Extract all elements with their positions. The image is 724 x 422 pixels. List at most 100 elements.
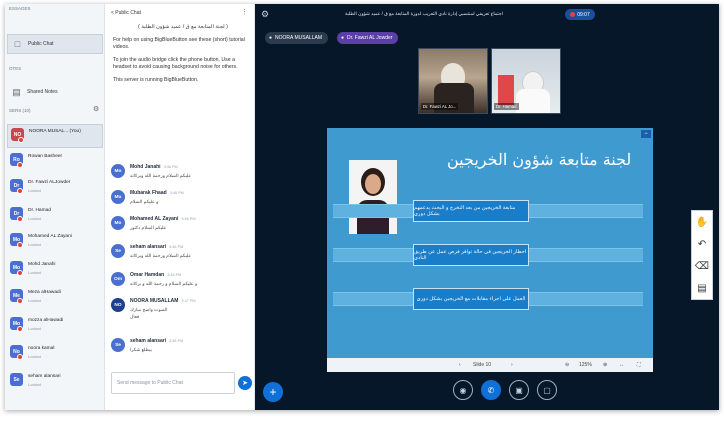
- meeting-title: اجتماع تعريفي لمنتسبي إدارة نادي التعريب…: [345, 11, 503, 16]
- chat-message-input[interactable]: Send message to Public Chat: [111, 372, 235, 394]
- status-dot-icon: [17, 298, 23, 304]
- send-icon: ➤: [242, 380, 248, 387]
- screenshare-button[interactable]: ▢: [537, 380, 557, 400]
- actions-plus-button[interactable]: +: [263, 382, 283, 402]
- notes-icon: ▤: [12, 86, 21, 97]
- video-label: Dr. Hamad: [494, 103, 519, 110]
- status-dot-icon: [17, 162, 23, 168]
- mute-button[interactable]: ◉: [453, 380, 473, 400]
- user-name: NOORA MUSAL... (You): [29, 129, 81, 134]
- user-name: Dr. Hamad: [28, 208, 51, 213]
- message-sender: seham alansari 3:46 PM: [130, 244, 183, 250]
- video-tile-fawzi[interactable]: Dr. Fawzi AL Jo...: [418, 48, 488, 114]
- chat-title[interactable]: < Public Chat: [111, 10, 141, 16]
- zoom-out-icon[interactable]: ⊖: [565, 362, 569, 368]
- undo-icon[interactable]: ↶: [698, 239, 706, 250]
- slide-item-1: متابعة الخريجين من بعد التخرج و البحث يد…: [413, 200, 529, 222]
- shared-notes-item[interactable]: ▤ Shared Notes: [7, 82, 103, 102]
- user-list-item[interactable]: Me Meza alHawadi Locked: [7, 286, 103, 310]
- bigbluebutton-window: ESSAGES □ Public Chat OTES ▤ Shared Note…: [5, 4, 719, 410]
- user-list-panel: ESSAGES □ Public Chat OTES ▤ Shared Note…: [5, 4, 105, 410]
- chat-menu-icon[interactable]: ⋮: [241, 8, 248, 16]
- message-sender: Omar Hamdan 3:46 PM: [130, 272, 181, 278]
- phone-button[interactable]: ✆: [481, 380, 501, 400]
- presentation-toolbar: ‹ Slide 10 › ⊖ 125% ⊕ ↔ ⛶: [327, 358, 653, 372]
- user-name: Mohd Janahi: [28, 262, 56, 267]
- message-text: و عليكم السلام و رحمة الله و بركاته: [130, 281, 198, 286]
- prev-slide-icon[interactable]: ‹: [459, 362, 461, 368]
- microphone-icon: ◉: [459, 385, 467, 395]
- user-list-item[interactable]: NO NOORA MUSAL... (You): [7, 124, 103, 148]
- user-name: Meza alHawadi: [28, 290, 61, 295]
- sender-name: Omar Hamdan: [130, 272, 165, 278]
- user-list-item[interactable]: Mo Mohd Janahi Locked: [7, 258, 103, 282]
- welcome-server: This server is running BigBlueButton.: [113, 77, 199, 83]
- user-list-item[interactable]: Se seham alansari Locked: [7, 370, 103, 394]
- talking-indicator-fawzi: ● Dr. Fawzi AL Jowder: [337, 32, 399, 44]
- user-list-item[interactable]: Ro Rowan Basheer: [7, 150, 103, 174]
- message-text: عليكم السلام دكتور: [130, 225, 167, 230]
- message-avatar: Mu: [111, 190, 125, 204]
- recording-indicator[interactable]: 09:07: [565, 9, 595, 20]
- slide-title: لجنة متابعة شؤون الخريجين: [447, 150, 632, 169]
- multi-user-whiteboard-icon[interactable]: ▤: [697, 283, 706, 294]
- chat-message: Om Omar Hamdan 3:46 PM و عليكم السلام و رحم…: [109, 270, 249, 292]
- user-list-item[interactable]: Dr Dr. Fawzi ALJowder Locked: [7, 176, 103, 200]
- desktop-share-icon: ▢: [543, 385, 551, 395]
- message-text: عليكم السلام ورحمة الله وبركاته: [130, 253, 192, 258]
- user-name: Mohamed AL Zayani: [28, 234, 72, 239]
- video-tile-hamad[interactable]: Dr. Hamad: [491, 48, 561, 114]
- fullscreen-icon[interactable]: ⛶: [637, 362, 641, 368]
- user-list-item[interactable]: Mo Mohamed AL Zayani Locked: [7, 230, 103, 254]
- user-name: noora kamal: [28, 346, 55, 351]
- users-section-label: SERS (10): [9, 108, 31, 113]
- slide-item-3: العمل على اجراء مقابلات مع الخريجين بشكل…: [413, 288, 529, 310]
- presentation-slide: لجنة متابعة شؤون الخريجين متابعة الخريجي…: [327, 128, 653, 358]
- users-toggle-icon[interactable]: ⚙: [261, 9, 269, 20]
- message-sender: Mubarak Fhaad 3:46 PM: [130, 190, 184, 196]
- shared-notes-label: Shared Notes: [27, 89, 58, 95]
- user-name: Rowan Basheer: [28, 154, 63, 159]
- message-time: 3:48 PM: [169, 339, 184, 343]
- status-dot-icon: [17, 354, 23, 360]
- person-body: [516, 89, 550, 113]
- zoom-level: 125%: [579, 362, 592, 368]
- user-list-item[interactable]: Mo mozza alHawadi Locked: [7, 314, 103, 338]
- message-time: 3:46 PM: [169, 245, 184, 249]
- public-chat-item[interactable]: □ Public Chat: [7, 34, 103, 54]
- message-time: 3:46 PM: [169, 191, 184, 195]
- user-status: Locked: [28, 326, 41, 331]
- status-dot-icon: [17, 188, 23, 194]
- background-banner: [498, 75, 514, 105]
- user-list-item[interactable]: Dr Dr. Hamad Locked: [7, 204, 103, 228]
- trash-icon[interactable]: ⌫: [695, 261, 709, 272]
- message-text-line2: فعال: [130, 314, 140, 319]
- next-slide-icon[interactable]: ›: [511, 362, 513, 368]
- hand-pan-icon[interactable]: ✋: [696, 217, 708, 228]
- message-avatar: Se: [111, 244, 125, 258]
- minimize-presentation-button[interactable]: −: [641, 130, 651, 138]
- message-sender: seham alansari 3:48 PM: [130, 338, 183, 344]
- message-avatar: NO: [111, 298, 125, 312]
- sender-name: Mohd Janahi: [130, 164, 161, 170]
- user-status: Locked: [28, 354, 41, 359]
- user-name: seham alansari: [28, 374, 61, 379]
- send-button[interactable]: ➤: [238, 376, 252, 390]
- message-text: و عليكم السلام: [130, 199, 159, 204]
- message-time: 3:47 PM: [181, 299, 196, 303]
- slide-selector[interactable]: Slide 10: [473, 362, 491, 368]
- chat-icon: □: [14, 39, 21, 49]
- mic-icon: ●: [341, 35, 345, 41]
- zoom-in-icon[interactable]: ⊕: [603, 362, 607, 368]
- message-avatar: Mo: [111, 216, 125, 230]
- video-camera-icon: ▣: [515, 385, 523, 395]
- fit-width-icon[interactable]: ↔: [619, 362, 624, 368]
- top-bar: ⚙ اجتماع تعريفي لمنتسبي إدارة نادي التعر…: [255, 4, 719, 26]
- webcam-button[interactable]: ▣: [509, 380, 529, 400]
- message-text: الصوت واضح مبارك: [130, 307, 168, 312]
- user-list-item[interactable]: No noora kamal Locked: [7, 342, 103, 366]
- message-text: بيطلع شكرا: [130, 347, 152, 352]
- sender-name: Mohamed AL Zayani: [130, 216, 179, 222]
- status-dot-icon: [17, 326, 23, 332]
- settings-gear-icon[interactable]: ⚙: [93, 105, 99, 113]
